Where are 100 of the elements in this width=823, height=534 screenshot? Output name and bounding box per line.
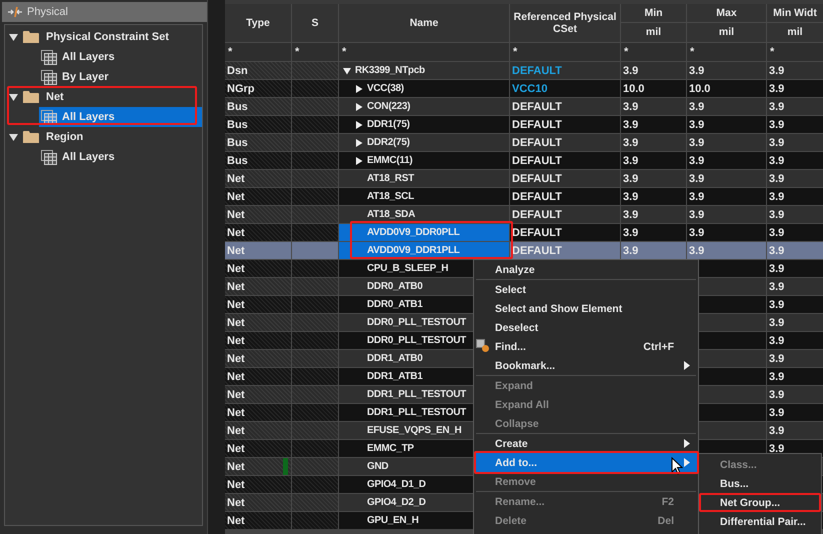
tree-item[interactable]: Net bbox=[5, 87, 202, 107]
table-cell: 3.9 bbox=[621, 152, 686, 169]
table-cell: 3.9 bbox=[767, 404, 823, 421]
table-cell[interactable]: VCC(38) bbox=[339, 80, 509, 97]
table-cell: 3.9 bbox=[767, 170, 823, 187]
table-icon bbox=[41, 110, 57, 124]
table-cell bbox=[292, 152, 338, 169]
tree-item[interactable]: Physical Constraint Set bbox=[5, 27, 202, 47]
collapse-arrow-icon[interactable] bbox=[343, 66, 351, 74]
table-cell: 3.9 bbox=[621, 116, 686, 133]
table-cell: Net bbox=[225, 314, 291, 331]
table-cell: Net bbox=[225, 422, 291, 439]
table-cell: Net bbox=[225, 278, 291, 295]
tree-item[interactable]: Region bbox=[5, 127, 202, 147]
table-cell bbox=[292, 458, 338, 475]
filter-cell[interactable]: * bbox=[767, 43, 823, 61]
table-cell: 3.9 bbox=[767, 134, 823, 151]
table-cell[interactable]: DDR2(75) bbox=[339, 134, 509, 151]
net-name: GPIO4_D1_D bbox=[367, 479, 426, 490]
table-cell: 3.9 bbox=[767, 278, 823, 295]
expand-arrow-icon[interactable] bbox=[355, 84, 363, 92]
filter-cell[interactable]: * bbox=[292, 43, 338, 61]
collapse-arrow-icon[interactable] bbox=[9, 132, 18, 142]
filter-cell[interactable]: * bbox=[510, 43, 620, 61]
table-cell bbox=[292, 80, 338, 97]
table-cell bbox=[292, 62, 338, 79]
table-cell[interactable]: AT18_SCL bbox=[339, 188, 509, 205]
table-cell bbox=[292, 134, 338, 151]
table-cell[interactable]: AVDD0V9_DDR0PLL bbox=[339, 224, 509, 241]
table-cell: DEFAULT bbox=[510, 206, 620, 223]
table-cell bbox=[292, 224, 338, 241]
table-cell: VCC10 bbox=[510, 80, 620, 97]
menu-item[interactable]: Add to... bbox=[474, 453, 698, 472]
table-cell: Net bbox=[225, 170, 291, 187]
table-cell: 3.9 bbox=[687, 170, 766, 187]
table-cell: 10.0 bbox=[687, 80, 766, 97]
table-cell bbox=[292, 476, 338, 493]
filter-cell[interactable]: * bbox=[339, 43, 509, 61]
net-name: DDR0_PLL_TESTOUT bbox=[367, 335, 466, 346]
net-name: RK3399_NTpcb bbox=[355, 65, 425, 76]
menu-item[interactable]: Net Group... bbox=[699, 493, 821, 512]
tree-item[interactable]: All Layers bbox=[39, 147, 202, 167]
table-cell: Net bbox=[225, 242, 291, 259]
collapse-arrow-icon[interactable] bbox=[9, 92, 18, 102]
table-cell[interactable]: RK3399_NTpcb bbox=[339, 62, 509, 79]
column-header[interactable]: Type bbox=[225, 4, 291, 42]
table-cell: DEFAULT bbox=[510, 242, 620, 259]
column-header[interactable]: Referenced Physical CSet bbox=[510, 4, 620, 42]
table-cell: Net bbox=[225, 458, 291, 475]
table-cell: 3.9 bbox=[687, 242, 766, 259]
submenu-arrow-icon bbox=[684, 361, 690, 370]
column-header[interactable]: Name bbox=[339, 4, 509, 42]
expand-arrow-icon[interactable] bbox=[355, 120, 363, 128]
table-cell: 3.9 bbox=[767, 188, 823, 205]
table-cell: 3.9 bbox=[767, 80, 823, 97]
expand-arrow-icon[interactable] bbox=[355, 102, 363, 110]
table-cell: 3.9 bbox=[621, 62, 686, 79]
table-cell[interactable]: DDR1(75) bbox=[339, 116, 509, 133]
column-header[interactable]: S bbox=[292, 4, 338, 42]
menu-item[interactable]: Differential Pair... bbox=[699, 512, 821, 531]
filter-cell[interactable]: * bbox=[621, 43, 686, 61]
column-header[interactable]: Min bbox=[621, 4, 686, 22]
table-cell bbox=[292, 278, 338, 295]
submenu-arrow-icon bbox=[684, 439, 690, 448]
collapse-arrow-icon[interactable] bbox=[9, 32, 18, 42]
expand-arrow-icon[interactable] bbox=[355, 156, 363, 164]
column-header[interactable]: Max bbox=[687, 4, 766, 22]
net-name: CPU_B_SLEEP_H bbox=[367, 263, 448, 274]
table-cell bbox=[292, 98, 338, 115]
tree-item[interactable]: All Layers bbox=[39, 47, 202, 67]
table-cell bbox=[292, 404, 338, 421]
net-name: AVDD0V9_DDR0PLL bbox=[367, 227, 460, 238]
expand-arrow-icon[interactable] bbox=[355, 138, 363, 146]
net-name: EMMC(11) bbox=[367, 155, 412, 166]
net-name: GPIO4_D2_D bbox=[367, 497, 426, 508]
table-cell: 3.9 bbox=[687, 206, 766, 223]
net-name: AT18_SCL bbox=[367, 191, 414, 202]
table-cell: 3.9 bbox=[687, 188, 766, 205]
net-name: DDR0_ATB0 bbox=[367, 281, 422, 292]
table-cell[interactable]: EMMC(11) bbox=[339, 152, 509, 169]
table-cell: 3.9 bbox=[687, 134, 766, 151]
table-cell: Net bbox=[225, 296, 291, 313]
table-cell bbox=[292, 386, 338, 403]
column-header[interactable]: Min Widt bbox=[767, 4, 823, 22]
filter-cell[interactable]: * bbox=[225, 43, 291, 61]
net-name: EFUSE_VQPS_EN_H bbox=[367, 425, 462, 436]
table-icon bbox=[41, 70, 57, 84]
table-cell[interactable]: AT18_RST bbox=[339, 170, 509, 187]
table-cell[interactable]: CON(223) bbox=[339, 98, 509, 115]
tree-item[interactable]: By Layer bbox=[39, 67, 202, 87]
find-icon bbox=[476, 339, 490, 353]
table-cell: 3.9 bbox=[767, 116, 823, 133]
filter-cell[interactable]: * bbox=[687, 43, 766, 61]
table-cell bbox=[292, 368, 338, 385]
table-cell: Net bbox=[225, 206, 291, 223]
table-cell: Bus bbox=[225, 134, 291, 151]
table-cell: Net bbox=[225, 476, 291, 493]
menu-item[interactable]: Bus... bbox=[699, 474, 821, 493]
unit-header: mil bbox=[767, 23, 823, 42]
table-cell: 3.9 bbox=[767, 386, 823, 403]
